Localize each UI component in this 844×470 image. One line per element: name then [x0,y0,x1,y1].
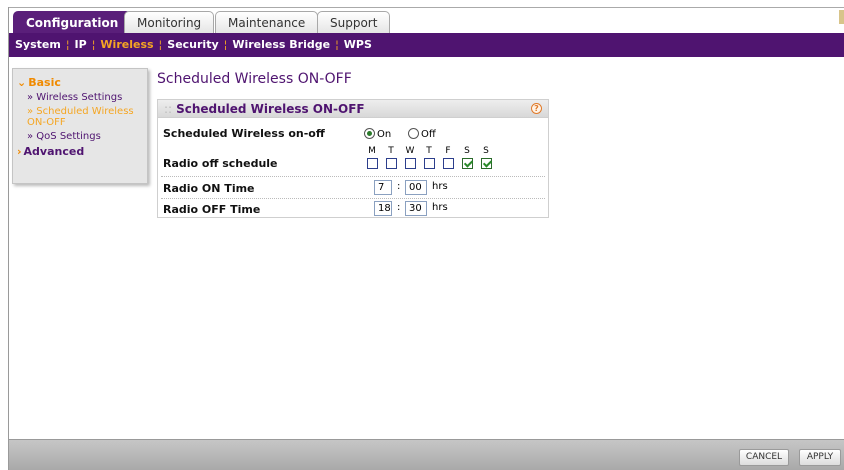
onoff-label: Scheduled Wireless on-off [163,127,325,140]
drag-handle-icon: :: [164,102,173,116]
radio-on-label: On [377,129,392,140]
schedule-label: Radio off schedule [163,157,278,170]
onoff-row: Scheduled Wireless on-off On Off [158,126,548,142]
on-time-row: Radio ON Time 7 : 00 hrs [158,179,548,195]
sub-navigation: System ¦ IP ¦ Wireless ¦ Security ¦ Wireless Bri… [9,33,844,57]
checkbox-thu[interactable] [424,158,435,169]
panel-header: :: Scheduled Wireless ON-OFF ? [158,100,548,118]
panel-title: Scheduled Wireless ON-OFF [176,102,365,116]
schedule-row: Radio off schedule M T W T F S S [158,146,548,172]
chevron-down-icon: ⌄ [17,76,27,89]
router-admin-frame: Configuration Monitoring Maintenance Sup… [8,7,844,470]
tab-maintenance[interactable]: Maintenance [215,11,319,34]
row-divider [161,176,545,177]
corner-decoration [839,10,844,24]
subnav-wireless[interactable]: Wireless [100,38,153,51]
cancel-button[interactable]: CANCEL [739,449,789,466]
subnav-separator: ¦ [335,38,339,51]
tab-configuration[interactable]: Configuration [13,11,132,34]
radio-off[interactable] [408,128,419,139]
page-title: Scheduled Wireless ON-OFF [157,71,352,87]
checkbox-mon[interactable] [367,158,378,169]
time-colon: : [397,181,401,192]
menu-section-basic[interactable]: ⌄ Basic [17,76,143,89]
day-letter-sat: S [464,146,470,156]
on-time-label: Radio ON Time [163,182,255,195]
checkbox-tue[interactable] [386,158,397,169]
checkbox-fri[interactable] [443,158,454,169]
subnav-separator: ¦ [91,38,96,51]
left-menu: ⌄ Basic » Wireless Settings » Scheduled W… [12,68,148,184]
radio-on[interactable] [364,128,375,139]
menu-section-advanced[interactable]: › Advanced [17,145,143,158]
off-time-hour-input[interactable]: 18 [374,201,392,216]
checkbox-wed[interactable] [405,158,416,169]
subnav-system[interactable]: System [15,38,61,51]
checkbox-sun[interactable] [481,158,492,169]
action-bar: CANCEL APPLY [9,439,844,470]
sidebar-item-scheduled-wireless[interactable]: » Scheduled Wireless ON-OFF [17,106,143,128]
subnav-wps[interactable]: WPS [344,38,372,51]
subnav-ip[interactable]: IP [75,38,87,51]
menu-section-advanced-label: Advanced [23,145,85,158]
day-letter-thu: T [426,146,432,156]
on-time-minute-input[interactable]: 00 [405,180,427,195]
sidebar-item-wireless-settings[interactable]: » Wireless Settings [17,92,143,103]
off-time-minute-input[interactable]: 30 [405,201,427,216]
subnav-wireless-bridge[interactable]: Wireless Bridge [232,38,330,51]
radio-off-label: Off [421,129,436,140]
day-letter-fri: F [445,146,451,156]
subnav-separator: ¦ [65,38,70,51]
on-time-unit: hrs [432,181,448,192]
day-letter-wed: W [405,146,415,156]
day-letter-tue: T [388,146,394,156]
sidebar-item-qos-settings[interactable]: » QoS Settings [17,131,143,142]
off-time-row: Radio OFF Time 18 : 30 hrs [158,200,548,216]
tab-support[interactable]: Support [317,11,391,34]
subnav-security[interactable]: Security [167,38,218,51]
day-letter-mon: M [368,146,376,156]
radio-off-group[interactable]: Off [408,127,436,140]
subnav-separator: ¦ [223,38,228,51]
help-icon[interactable]: ? [531,103,542,114]
menu-section-basic-label: Basic [28,76,61,89]
off-time-unit: hrs [432,202,448,213]
main-tab-bar: Configuration Monitoring Maintenance Sup… [9,7,844,34]
radio-on-group[interactable]: On [364,127,391,140]
subnav-separator: ¦ [158,38,163,51]
row-divider [161,198,545,199]
time-colon: : [397,202,401,213]
checkbox-sat[interactable] [462,158,473,169]
tab-monitoring[interactable]: Monitoring [124,11,215,34]
on-time-hour-input[interactable]: 7 [374,180,392,195]
schedule-panel: :: Scheduled Wireless ON-OFF ? Scheduled … [157,99,549,218]
apply-button[interactable]: APPLY [799,449,841,466]
day-letter-sun: S [483,146,489,156]
off-time-label: Radio OFF Time [163,203,261,216]
